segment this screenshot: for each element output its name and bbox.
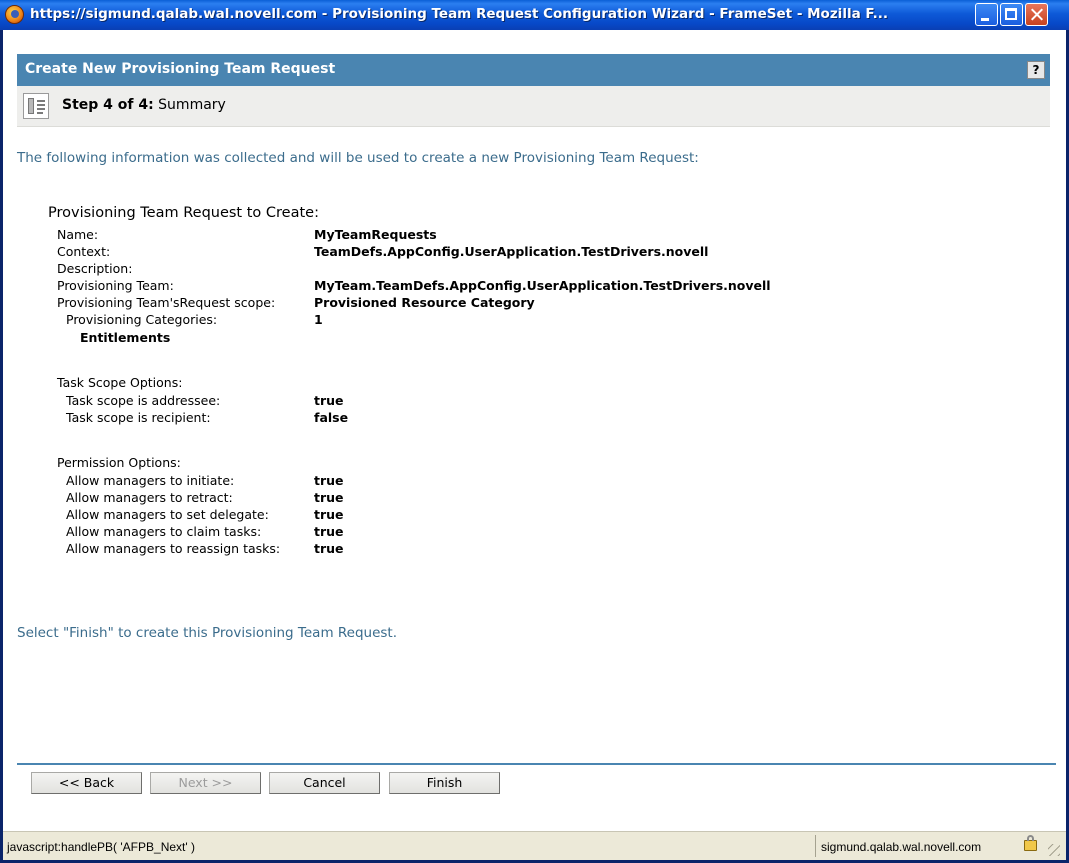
recipient-label: Task scope is recipient:: [66, 410, 211, 425]
permission-title: Permission Options:: [57, 455, 181, 470]
lock-icon[interactable]: [1024, 835, 1037, 851]
permission-label: Allow managers to retract:: [66, 490, 233, 505]
back-button[interactable]: << Back: [31, 772, 142, 794]
permission-label: Allow managers to set delegate:: [66, 507, 269, 522]
permission-value: true: [314, 490, 344, 505]
scope-value: Provisioned Resource Category: [314, 295, 535, 310]
recipient-value: false: [314, 410, 349, 425]
permission-value: true: [314, 507, 344, 522]
permission-label: Allow managers to claim tasks:: [66, 524, 262, 539]
addressee-value: true: [314, 393, 344, 408]
title-bar[interactable]: https://sigmund.qalab.wal.novell.com - P…: [0, 0, 1069, 30]
divider: [17, 763, 1056, 765]
help-icon[interactable]: ?: [1027, 61, 1045, 79]
close-button[interactable]: [1025, 3, 1048, 26]
categories-label: Provisioning Categories:: [66, 312, 218, 327]
name-value: MyTeamRequests: [314, 227, 437, 242]
description-label: Description:: [57, 261, 133, 276]
context-label: Context:: [57, 244, 111, 259]
addressee-label: Task scope is addressee:: [66, 393, 221, 408]
status-bar: javascript:handlePB( 'AFPB_Next' ) sigmu…: [3, 831, 1066, 860]
categories-value: 1: [314, 312, 323, 327]
permission-label: Allow managers to initiate:: [66, 473, 235, 488]
category-item: Entitlements: [80, 330, 171, 345]
finish-instructions: Select "Finish" to create this Provision…: [17, 625, 398, 641]
next-button[interactable]: Next >>: [150, 772, 261, 794]
step-label: Step 4 of 4: Summary: [62, 97, 226, 113]
step-bar: Step 4 of 4: Summary: [17, 86, 1050, 127]
permission-label: Allow managers to reassign tasks:: [66, 541, 281, 556]
browser-window: https://sigmund.qalab.wal.novell.com - P…: [0, 0, 1069, 863]
page-content: Create New Provisioning Team Request ? S…: [3, 30, 1066, 831]
summary-title: Provisioning Team Request to Create:: [48, 205, 319, 221]
permission-value: true: [314, 524, 344, 539]
resize-grip-icon[interactable]: [1048, 844, 1060, 856]
finish-button[interactable]: Finish: [389, 772, 500, 794]
permission-value: true: [314, 541, 344, 556]
firefox-icon: [5, 5, 24, 24]
cancel-button[interactable]: Cancel: [269, 772, 380, 794]
team-label: Provisioning Team:: [57, 278, 174, 293]
context-value: TeamDefs.AppConfig.UserApplication.TestD…: [314, 244, 709, 259]
status-text: javascript:handlePB( 'AFPB_Next' ): [7, 840, 195, 854]
wizard-title: Create New Provisioning Team Request: [25, 61, 336, 77]
team-value: MyTeam.TeamDefs.AppConfig.UserApplicatio…: [314, 278, 771, 293]
intro-text: The following information was collected …: [17, 150, 699, 166]
step-name: Summary: [158, 97, 226, 113]
permission-value: true: [314, 473, 344, 488]
name-label: Name:: [57, 227, 99, 242]
wizard-step-icon: [23, 93, 49, 119]
status-host: sigmund.qalab.wal.novell.com: [821, 840, 982, 854]
maximize-button[interactable]: [1000, 3, 1023, 26]
wizard-header: Create New Provisioning Team Request ?: [17, 54, 1050, 86]
minimize-button[interactable]: [975, 3, 998, 26]
scope-label: Provisioning Team'sRequest scope:: [57, 295, 276, 310]
task-scope-title: Task Scope Options:: [57, 375, 183, 390]
window-title: https://sigmund.qalab.wal.novell.com - P…: [30, 6, 889, 22]
step-number: Step 4 of 4:: [62, 97, 154, 113]
